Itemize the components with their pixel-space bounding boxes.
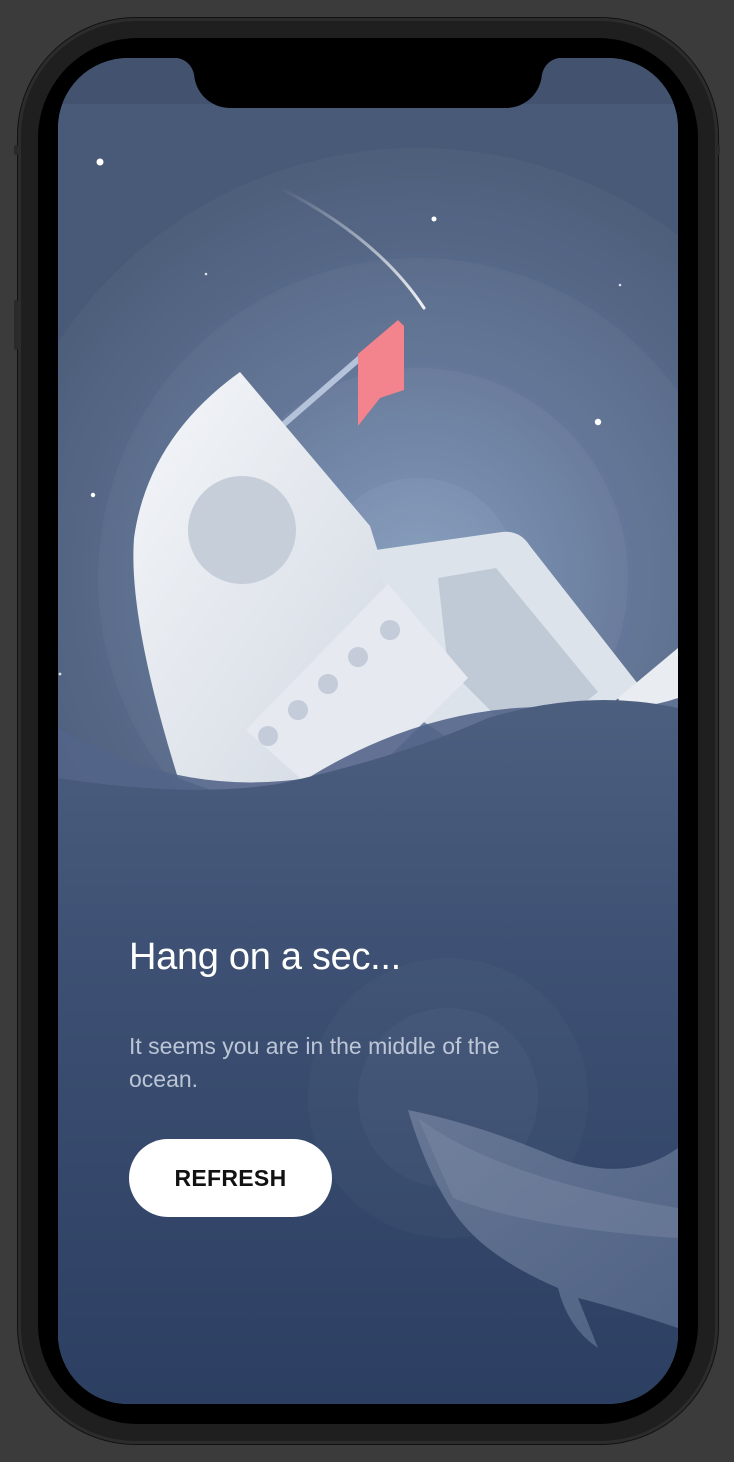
refresh-button[interactable]: REFRESH — [129, 1139, 332, 1217]
side-button — [716, 145, 720, 155]
error-title: Hang on a sec... — [129, 936, 401, 978]
error-message: It seems you are in the middle of the oc… — [129, 1033, 500, 1092]
side-button — [14, 145, 18, 155]
side-button — [14, 300, 18, 350]
app-screen: Hang on a sec... It seems you are in the… — [58, 58, 678, 1404]
notch — [174, 58, 562, 108]
